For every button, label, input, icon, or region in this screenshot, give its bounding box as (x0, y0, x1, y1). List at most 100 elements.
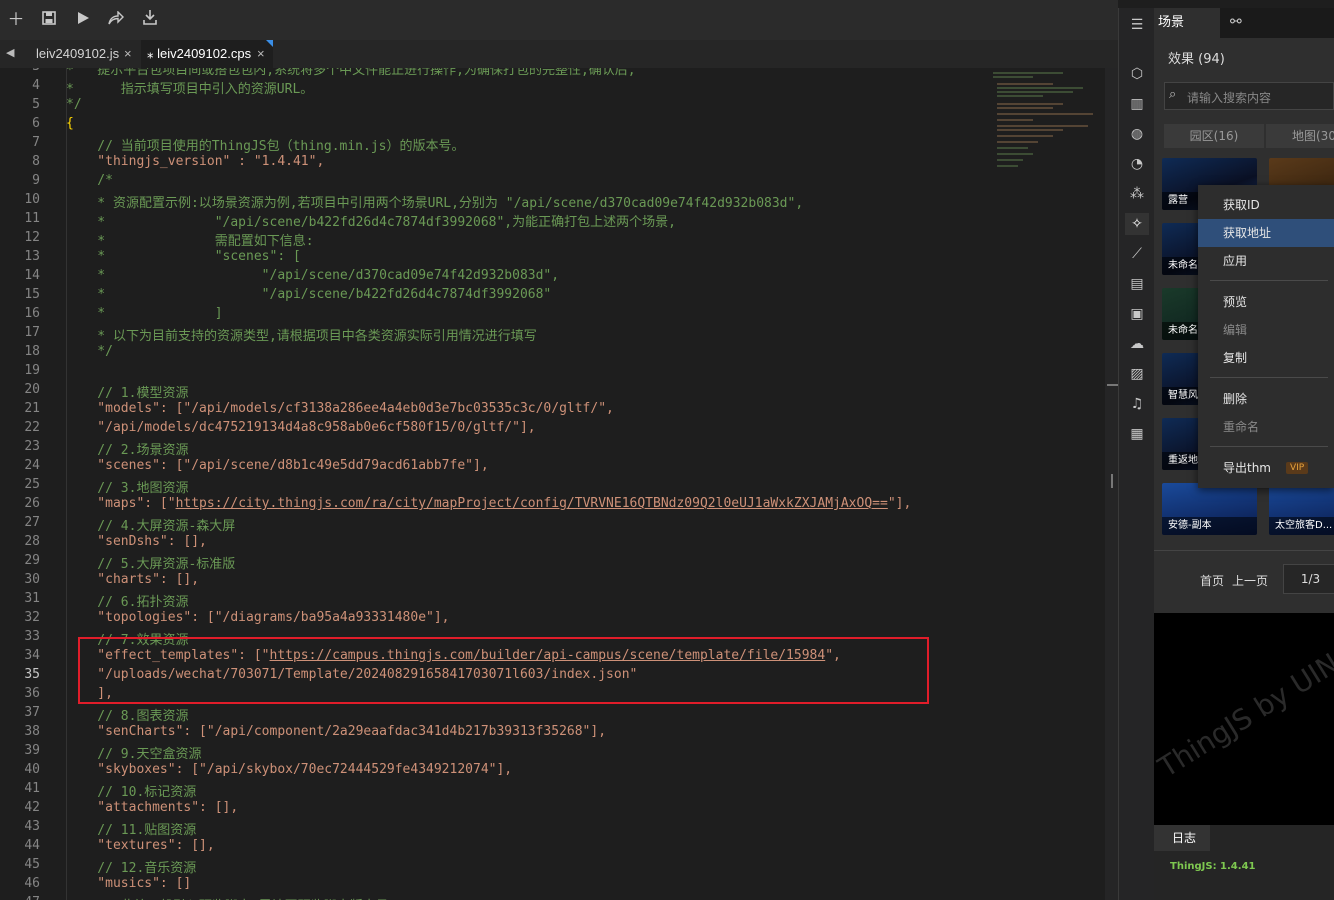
line-number: 3 (0, 68, 40, 74)
code-line: // 当前项目使用的ThingJS包（thing.min.js）的版本号。 (66, 139, 465, 154)
vertical-scrollbar[interactable] (1105, 68, 1118, 900)
menu-item-edit[interactable]: 编辑 (1198, 316, 1334, 344)
code-line: // 1.模型资源 (66, 386, 189, 401)
line-number: 13 (24, 249, 40, 264)
cube-icon[interactable]: ⬡ (1125, 63, 1149, 85)
download-icon[interactable] (138, 8, 162, 32)
code-line: // 此处一般引入预览脚本,需填写预览脚本版本号 (66, 895, 388, 900)
top-toolbar: ＋ (0, 0, 1118, 40)
globe-icon[interactable]: ◍ (1125, 123, 1149, 145)
chart-icon[interactable]: ⟋ (1125, 243, 1149, 265)
settings-list-icon[interactable]: ☰ (1125, 14, 1149, 36)
line-number: 38 (24, 724, 40, 739)
line-number: 41 (24, 781, 40, 796)
code-line: * "/api/scene/d370cad09e74f42d932b083d", (66, 268, 560, 283)
code-line: "thingjs_version" : "1.4.41", (66, 154, 325, 169)
preview-viewport[interactable]: ThingJS by UINO (1154, 613, 1334, 825)
panel-header: 场景 ⚯ (1154, 8, 1334, 38)
menu-item-preview[interactable]: 预览 (1198, 288, 1334, 316)
code-line: "scenes": ["/api/scene/d8b1c49e5dd79acd6… (66, 458, 489, 473)
menu-item-export[interactable]: 导出thm VIP (1198, 454, 1334, 482)
menu-item-copy[interactable]: 复制 (1198, 344, 1334, 372)
tab-js-file[interactable]: leiv2409102.js × (26, 40, 140, 68)
line-number: 30 (24, 572, 40, 587)
menu-item-get-id[interactable]: 获取ID (1198, 191, 1334, 219)
grid-icon[interactable]: ▦ (1125, 423, 1149, 445)
menu-item-get-url[interactable]: 获取地址 (1198, 219, 1334, 247)
effect-thumb[interactable]: 太空旅客D... (1269, 483, 1334, 535)
category-map[interactable]: 地图(30 (1266, 124, 1334, 148)
menu-item-apply[interactable]: 应用 (1198, 247, 1334, 275)
code-line: "skyboxes": ["/api/skybox/70ec72444529fe… (66, 762, 513, 777)
log-panel: 日志 ThingJS: 1.4.41 (1154, 825, 1334, 900)
drag-handle-icon[interactable] (1111, 474, 1113, 488)
code-line: "attachments": [], (66, 800, 239, 815)
tab-bar: ◀ leiv2409102.js × ⁎ leiv2409102.cps × (0, 40, 1118, 69)
code-line: { (66, 116, 74, 131)
pager-first[interactable]: 首页 (1200, 572, 1224, 589)
watermark: ThingJS by UINO (1154, 635, 1334, 784)
hierarchy-icon[interactable]: ⚯ (1230, 14, 1242, 30)
tab-scene[interactable]: 场景 (1154, 8, 1220, 38)
line-number: 12 (24, 230, 40, 245)
tab-scroll-left-icon[interactable]: ◀ (6, 46, 14, 59)
minimap[interactable] (993, 70, 1103, 170)
line-number: 15 (24, 287, 40, 302)
code-line: "topologies": ["/diagrams/ba95a4a9333148… (66, 610, 450, 625)
line-number: 24 (24, 458, 40, 473)
line-number: 27 (24, 515, 40, 530)
pager-prev[interactable]: 上一页 (1232, 572, 1268, 589)
effects-icon[interactable]: ✧ (1125, 213, 1149, 235)
scroll-marker (1107, 384, 1118, 386)
log-line: ThingJS: 1.4.41 (1170, 861, 1256, 872)
search-input[interactable]: ⌕ 请输入搜索内容 (1164, 82, 1334, 110)
category-campus[interactable]: 园区(16) (1164, 124, 1264, 148)
export-label: 导出thm (1223, 461, 1272, 475)
tab-cps-file[interactable]: ⁎ leiv2409102.cps × (141, 40, 273, 68)
page-input[interactable]: 1/3 (1283, 564, 1334, 594)
save-icon[interactable] (37, 8, 61, 32)
effect-thumb[interactable]: 安德-副本 (1162, 483, 1257, 535)
line-number: 32 (24, 610, 40, 625)
vip-badge: VIP (1286, 462, 1309, 474)
building-icon[interactable]: ▥ (1125, 93, 1149, 115)
line-number: 10 (24, 192, 40, 207)
line-number: 36 (24, 686, 40, 701)
thumb-label: 安德-副本 (1162, 517, 1257, 535)
music-icon[interactable]: ♫ (1125, 393, 1149, 415)
line-number: 33 (24, 629, 40, 644)
code-line: // 2.场景资源 (66, 443, 189, 458)
line-number: 34 (24, 648, 40, 663)
image-icon[interactable]: ▣ (1125, 303, 1149, 325)
close-icon[interactable]: × (257, 40, 265, 68)
code-line: * 指示填写项目中引入的资源URL。 (66, 82, 314, 97)
code-editor[interactable]: 3 * 提示平台包项目间或搭包包内,系统将多个中文件能正进行操作,为确保打包的完整… (0, 68, 1105, 900)
code-line: * "/api/scene/b422fd26d4c7874df3992068",… (66, 215, 676, 230)
line-number: 40 (24, 762, 40, 777)
picture-icon[interactable]: ▨ (1125, 363, 1149, 385)
code-line: "models": ["/api/models/cf3138a286ee4a4e… (66, 401, 614, 416)
divider (1154, 550, 1334, 551)
modified-marker (266, 40, 273, 47)
clock-icon[interactable]: ◔ (1125, 153, 1149, 175)
line-number: 6 (32, 116, 40, 131)
close-icon[interactable]: × (124, 40, 132, 68)
menu-item-rename[interactable]: 重命名 (1198, 413, 1334, 441)
menu-divider (1210, 280, 1328, 281)
line-number: 18 (24, 344, 40, 359)
line-number: 14 (24, 268, 40, 283)
line-number: 31 (24, 591, 40, 606)
run-icon[interactable] (71, 8, 95, 32)
code-line: // 12.音乐资源 (66, 861, 197, 876)
layout-icon[interactable]: ▤ (1125, 273, 1149, 295)
code-line: // 5.大屏资源-标准版 (66, 557, 236, 572)
tab-log[interactable]: 日志 (1154, 825, 1210, 851)
code-line: "musics": [] (66, 876, 192, 891)
group-icon[interactable]: ⁂ (1125, 183, 1149, 205)
cloud-icon[interactable]: ☁ (1125, 333, 1149, 355)
context-menu: 获取ID 获取地址 应用 预览 编辑 复制 删除 重命名 导出thm VIP (1198, 185, 1334, 488)
share-icon[interactable] (104, 8, 128, 32)
menu-item-delete[interactable]: 删除 (1198, 385, 1334, 413)
add-icon[interactable]: ＋ (4, 8, 28, 32)
line-number: 16 (24, 306, 40, 321)
